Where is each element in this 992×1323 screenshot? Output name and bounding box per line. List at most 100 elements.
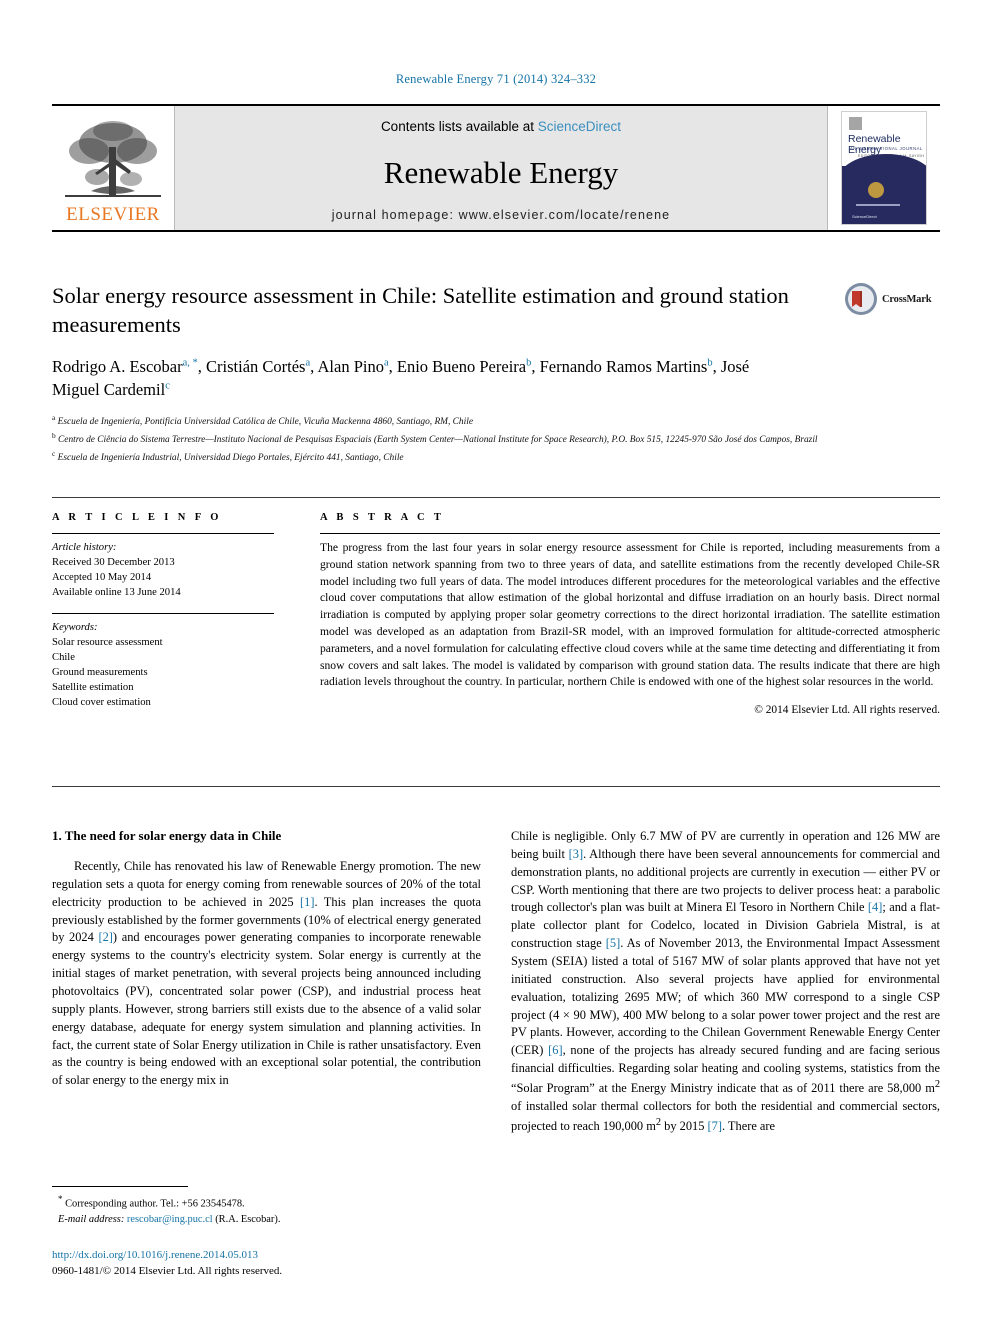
- history-item: Received 30 December 2013: [52, 557, 175, 569]
- elsevier-tree-icon: [65, 121, 161, 197]
- affiliation-text: Centro de Ciência do Sistema Terrestre—I…: [58, 435, 818, 446]
- issn-copyright-line: 0960-1481/© 2014 Elsevier Ltd. All right…: [52, 1264, 283, 1277]
- email-note: E-mail address: rescobar@ing.puc.cl (R.A…: [52, 1212, 481, 1228]
- author-affiliation-marker[interactable]: a, *: [183, 357, 198, 368]
- citation-link-2[interactable]: [2]: [98, 930, 112, 944]
- article-history-group: Article history: Received 30 December 20…: [52, 540, 288, 600]
- author-name: Cristián Cortés: [206, 356, 306, 376]
- cover-elsevier-mark-icon: [849, 117, 862, 130]
- keywords-rule: [52, 613, 274, 615]
- corresponding-author-text: Corresponding author. Tel.: +56 23545478…: [62, 1198, 245, 1210]
- history-item: Accepted 10 May 2014: [52, 572, 152, 584]
- keyword-item: Ground measurements: [52, 667, 148, 679]
- info-abstract-section: A R T I C L E I N F O Article history: R…: [52, 512, 940, 723]
- cover-subtitle: AN INTERNATIONAL JOURNAL: [850, 146, 923, 151]
- title-block: CrossMark Solar energy resource assessme…: [52, 282, 940, 466]
- corresponding-author-note: * Corresponding author. Tel.: +56 235454…: [52, 1193, 481, 1212]
- author-name: Fernando Ramos Martins: [539, 356, 708, 376]
- affiliations-list: a Escuela de Ingeniería, Pontificia Univ…: [52, 412, 912, 465]
- article-history-label: Article history:: [52, 542, 117, 553]
- paragraph-text: , none of the projects has already secur…: [511, 1043, 940, 1096]
- author-affiliation-marker[interactable]: c: [165, 381, 170, 392]
- author-name: Rodrigo A. Escobar: [52, 356, 183, 376]
- paragraph-intro: Recently, Chile has renovated his law of…: [52, 858, 481, 1090]
- email-label: E-mail address:: [58, 1214, 125, 1226]
- journal-cover-thumbnail[interactable]: Renewable Energy AN INTERNATIONAL JOURNA…: [828, 106, 940, 230]
- affiliation-item: b Centro de Ciência do Sistema Terrestre…: [52, 430, 912, 448]
- elsevier-logo: ELSEVIER: [52, 106, 174, 230]
- cover-footer-text: ScienceDirect: [852, 214, 877, 219]
- article-info-rule: [52, 533, 274, 534]
- abstract-column: A B S T R A C T The progress from the la…: [288, 512, 940, 723]
- contents-prefix: Contents lists available at: [380, 119, 538, 134]
- doi-block: http://dx.doi.org/10.1016/j.renene.2014.…: [52, 1248, 552, 1280]
- divider-below-abstract: [52, 786, 940, 787]
- journal-masthead: ELSEVIER Contents lists available at Sci…: [52, 104, 940, 232]
- abstract-text: The progress from the last four years in…: [320, 541, 940, 689]
- keyword-item: Chile: [52, 652, 75, 664]
- unit-superscript: 2: [934, 1079, 940, 1091]
- affiliation-marker: c: [52, 448, 56, 458]
- paragraph-text: ) and encourages power generating compan…: [52, 930, 482, 1088]
- author-list: Rodrigo A. Escobara, *, Cristián Cortésa…: [52, 356, 750, 400]
- history-item: Available online 13 June 2014: [52, 587, 181, 599]
- keyword-item: Satellite estimation: [52, 682, 134, 694]
- citation-link-1[interactable]: [1]: [300, 895, 314, 909]
- cover-emblem-icon: [868, 182, 884, 198]
- email-owner: (R.A. Escobar).: [212, 1214, 281, 1226]
- citation-link-3[interactable]: [3]: [569, 847, 583, 861]
- article-info-column: A R T I C L E I N F O Article history: R…: [52, 512, 288, 723]
- paragraph-continued: Chile is negligible. Only 6.7 MW of PV a…: [511, 828, 940, 1136]
- affiliation-item: a Escuela de Ingeniería, Pontificia Univ…: [52, 412, 912, 430]
- affiliation-marker: b: [52, 431, 56, 441]
- affiliation-text: Escuela de Ingeniería, Pontificia Univer…: [57, 417, 473, 428]
- author-name: Enio Bueno Pereira: [396, 356, 527, 376]
- doi-link[interactable]: http://dx.doi.org/10.1016/j.renene.2014.…: [52, 1248, 552, 1264]
- crossmark-badge[interactable]: CrossMark: [844, 282, 940, 316]
- author-name: Alan Pino: [317, 356, 384, 376]
- email-link[interactable]: rescobar@ing.puc.cl: [127, 1214, 213, 1225]
- author-affiliation-marker[interactable]: a: [384, 357, 389, 368]
- citation-link-6[interactable]: [6]: [548, 1043, 562, 1057]
- article-info-heading: A R T I C L E I N F O: [52, 512, 222, 523]
- author-affiliation-marker[interactable]: a: [305, 357, 310, 368]
- affiliation-item: c Escuela de Ingeniería Industrial, Univ…: [52, 448, 912, 466]
- citation-link-4[interactable]: [4]: [868, 900, 882, 914]
- right-column: Chile is negligible. Only 6.7 MW of PV a…: [511, 828, 940, 1136]
- journal-title: Renewable Energy: [383, 154, 619, 190]
- footnote-rule: [52, 1186, 188, 1187]
- abstract-heading: A B S T R A C T: [320, 512, 445, 523]
- article-page: Renewable Energy 71 (2014) 324–332 ELSEV…: [0, 0, 992, 1323]
- crossmark-label: CrossMark: [882, 293, 932, 305]
- keyword-item: Cloud cover estimation: [52, 697, 151, 709]
- keywords-group: Keywords: Solar resource assessment Chil…: [52, 620, 288, 710]
- citation-link-5[interactable]: [5]: [606, 936, 620, 950]
- paragraph-text: . There are: [721, 1119, 776, 1133]
- body-columns: 1. The need for solar energy data in Chi…: [52, 828, 940, 1136]
- author-affiliation-marker[interactable]: b: [707, 357, 712, 368]
- paragraph-text: . As of November 2013, the Environmental…: [511, 936, 941, 1058]
- citation-link-7[interactable]: [7]: [708, 1119, 722, 1133]
- divider-above-abstract: [52, 497, 940, 498]
- left-column: 1. The need for solar energy data in Chi…: [52, 828, 481, 1136]
- abstract-rule: [320, 533, 940, 534]
- section-heading-1: 1. The need for solar energy data in Chi…: [52, 828, 282, 843]
- page-title: Solar energy resource assessment in Chil…: [52, 283, 789, 337]
- author-affiliation-marker[interactable]: b: [526, 357, 531, 368]
- affiliation-text: Escuela de Ingeniería Industrial, Univer…: [57, 452, 404, 463]
- cover-title: Renewable Energy: [848, 133, 901, 156]
- running-head: Renewable Energy 71 (2014) 324–332: [395, 72, 597, 86]
- journal-homepage-link[interactable]: journal homepage: www.elsevier.com/locat…: [332, 208, 670, 222]
- keywords-label: Keywords:: [52, 622, 98, 634]
- footnote-block: * Corresponding author. Tel.: +56 235454…: [52, 1186, 481, 1228]
- sciencedirect-link[interactable]: ScienceDirect: [538, 119, 621, 134]
- copyright-line: © 2014 Elsevier Ltd. All rights reserved…: [754, 704, 940, 717]
- elsevier-wordmark: ELSEVIER: [66, 204, 160, 225]
- masthead-center: Contents lists available at ScienceDirec…: [174, 106, 828, 230]
- cover-divider: [856, 204, 900, 206]
- crossmark-icon: [845, 283, 877, 315]
- contents-available-line: Contents lists available at ScienceDirec…: [381, 119, 621, 134]
- paragraph-text: by 2015: [661, 1119, 708, 1133]
- keyword-item: Solar resource assessment: [52, 637, 163, 649]
- affiliation-marker: a: [52, 413, 56, 423]
